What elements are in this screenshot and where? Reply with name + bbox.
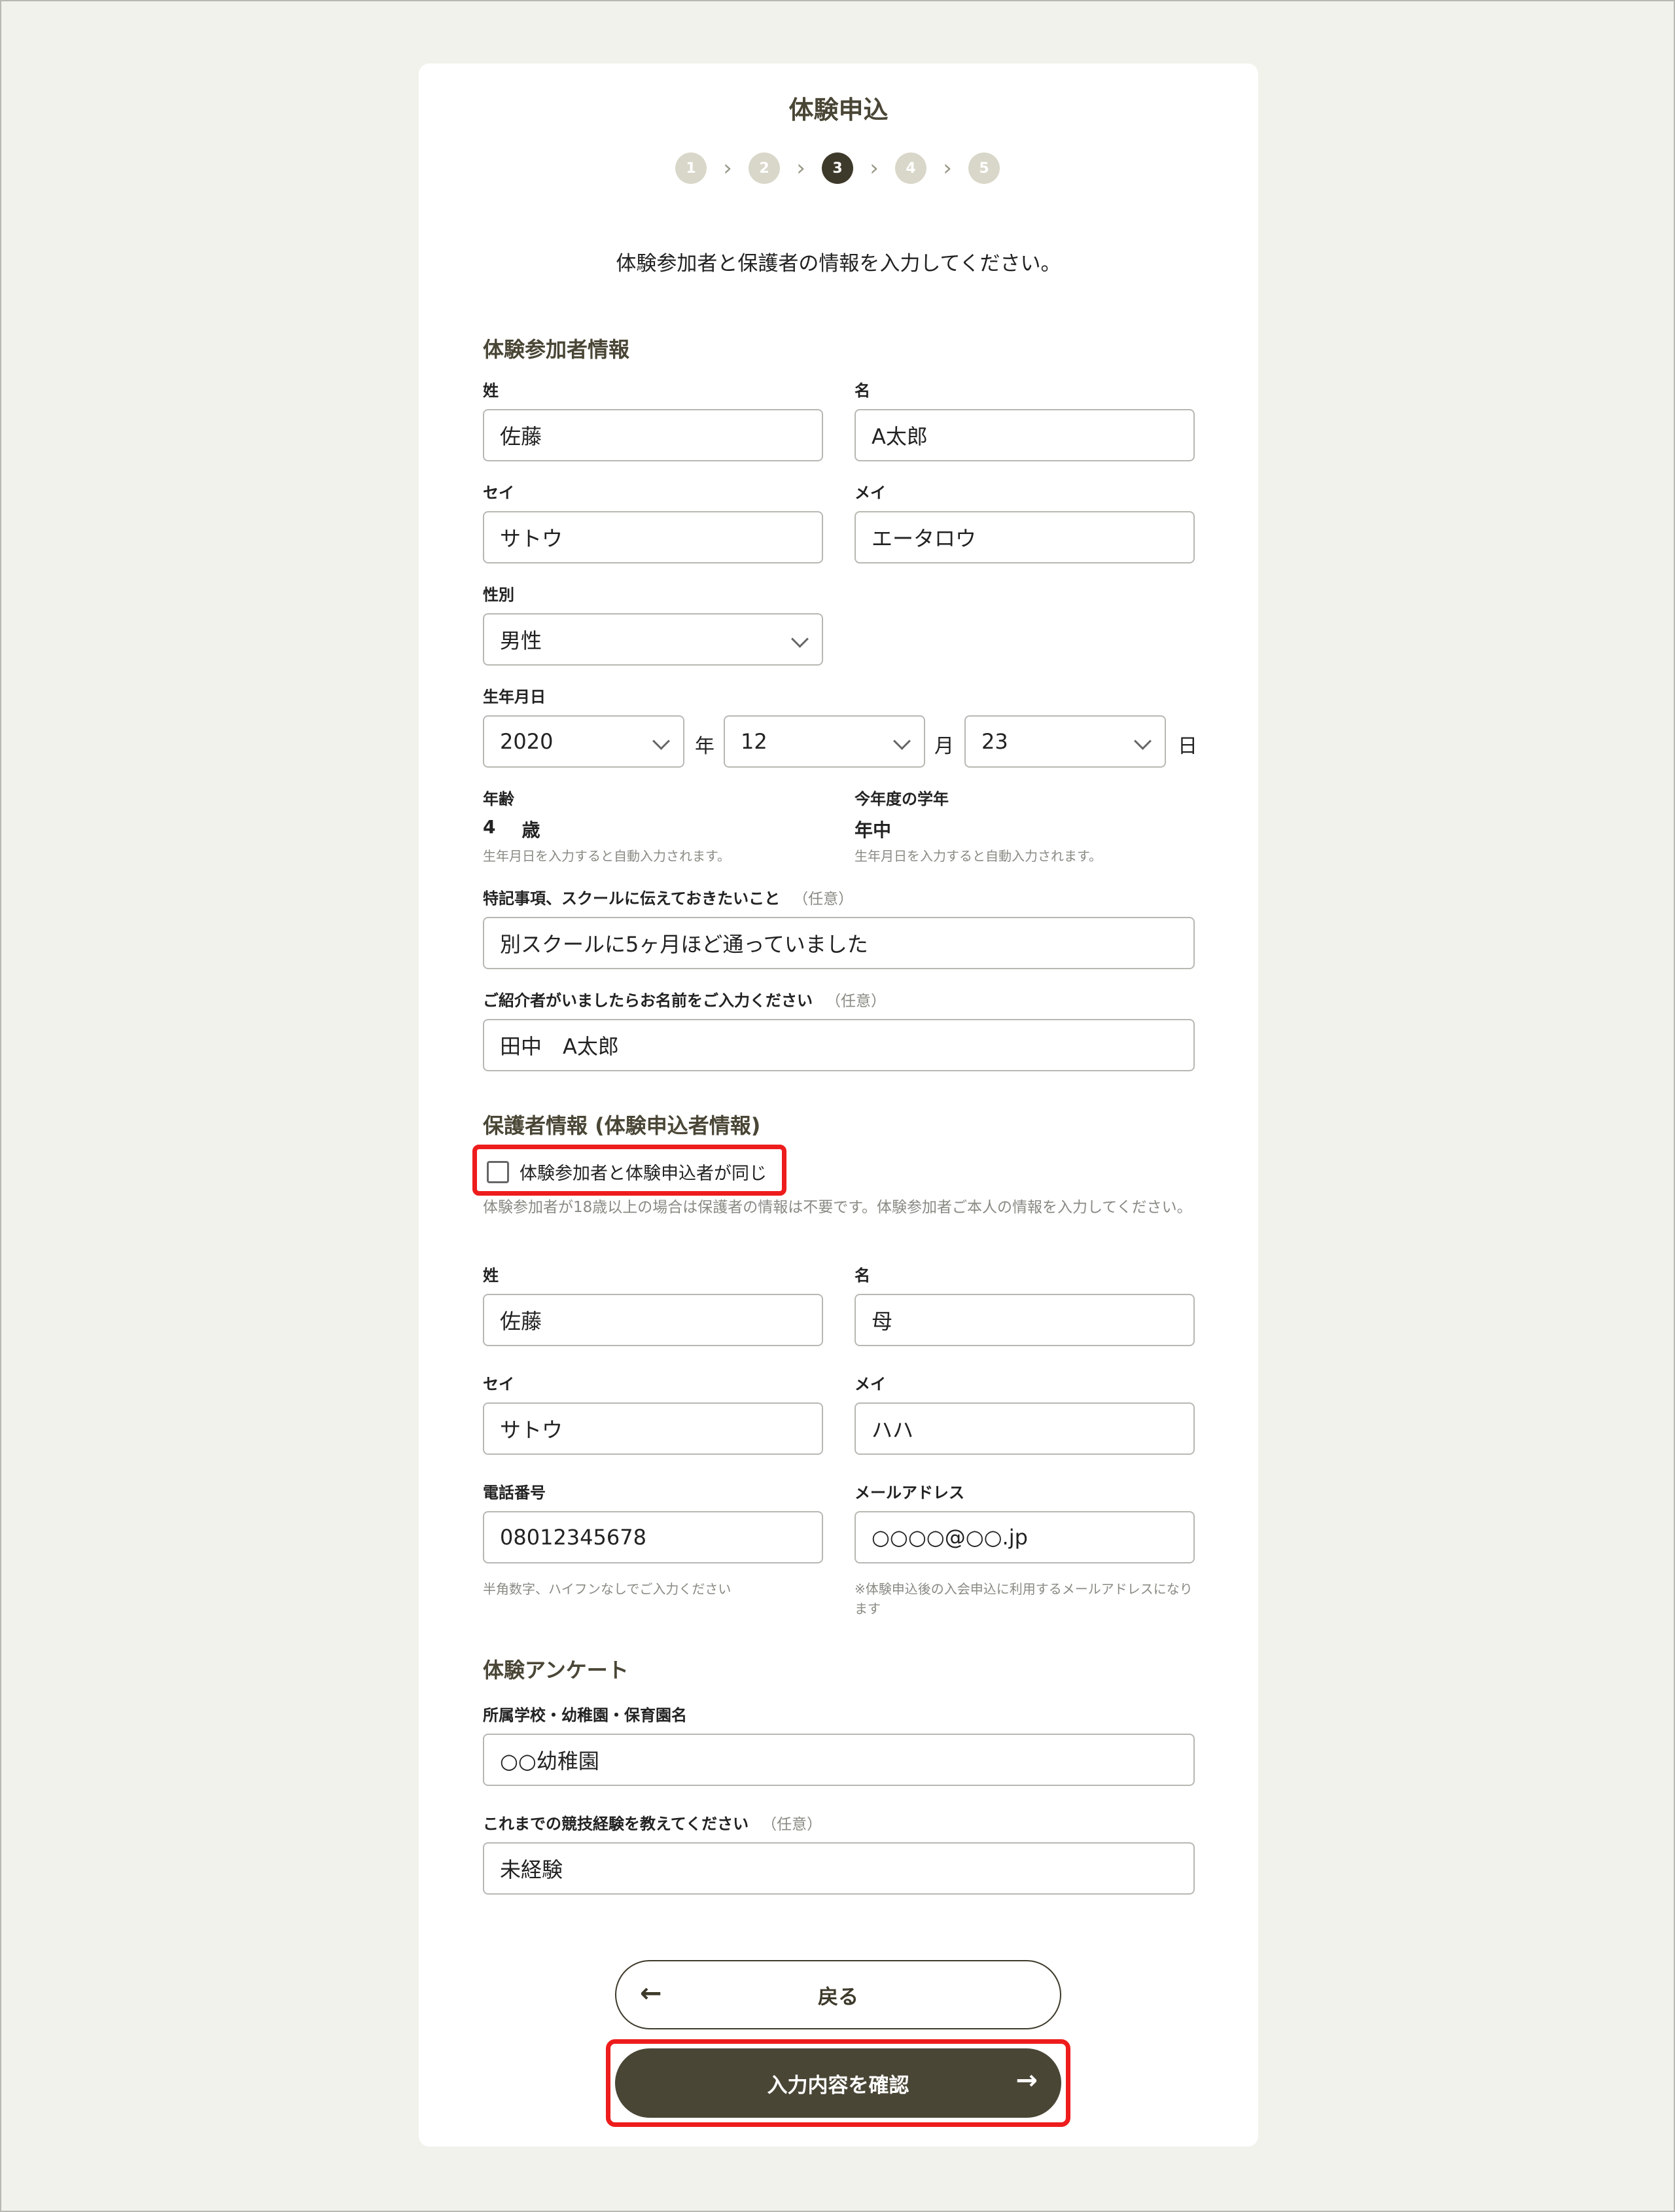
gender-select[interactable]: 男性 bbox=[483, 613, 823, 666]
birth-day-value: 23 bbox=[981, 729, 1008, 754]
page-title: 体験申込 bbox=[788, 96, 889, 124]
day-unit: 日 bbox=[1178, 735, 1197, 758]
chevron-down-icon bbox=[652, 732, 670, 750]
birth-month-select[interactable]: 12 bbox=[724, 715, 925, 768]
confirm-button-label: 入力内容を確認 bbox=[767, 2073, 909, 2097]
chevron-right-icon: › bbox=[870, 155, 879, 181]
same-person-checkbox-row[interactable]: 体験参加者と体験申込者が同じ bbox=[487, 1159, 767, 1185]
arrow-left-icon: ← bbox=[640, 1978, 662, 2008]
step-5: 5 bbox=[968, 152, 1000, 184]
lead-text: 体験参加者と保護者の情報を入力してください。 bbox=[616, 252, 1061, 276]
guardian-section-title: 保護者情報 (体験申込者情報) bbox=[483, 1113, 761, 1138]
grade-label: 今年度の学年 bbox=[855, 790, 949, 808]
participant-last-name-label: 姓 bbox=[483, 382, 499, 400]
age-label: 年齢 bbox=[483, 790, 514, 808]
chevron-right-icon: › bbox=[796, 155, 805, 181]
experience-label-text: これまでの競技経験を教えてください bbox=[483, 1815, 749, 1833]
age-hint: 生年月日を入力すると自動入力されます。 bbox=[483, 848, 730, 864]
back-button-label: 戻る bbox=[818, 1985, 858, 2009]
guardian-last-kana-input[interactable]: サトウ bbox=[483, 1402, 823, 1455]
participant-last-kana-input[interactable]: サトウ bbox=[483, 511, 823, 563]
school-input[interactable]: ○○幼稚園 bbox=[483, 1734, 1195, 1786]
step-2: 2 bbox=[749, 152, 780, 184]
guardian-first-name-label: 名 bbox=[855, 1266, 870, 1285]
optional-tag: （任意） bbox=[762, 1816, 822, 1833]
guardian-last-name-input[interactable]: 佐藤 bbox=[483, 1294, 823, 1346]
email-hint: ※体験申込後の入会申込に利用するメールアドレスになります bbox=[855, 1581, 1193, 1616]
application-card: 体験申込 1 › 2 › 3 › 4 › 5 体験参加者と保護者の情報を入力して… bbox=[419, 63, 1258, 2147]
chevron-down-icon bbox=[791, 630, 809, 648]
birthdate-label: 生年月日 bbox=[483, 688, 546, 706]
step-3-current: 3 bbox=[822, 152, 853, 184]
chevron-down-icon bbox=[1134, 732, 1152, 750]
age-unit: 歳 bbox=[521, 819, 540, 841]
stepper: 1 › 2 › 3 › 4 › 5 bbox=[675, 152, 1000, 184]
survey-section-title: 体験アンケート bbox=[483, 1658, 629, 1683]
grade-value: 年中 bbox=[855, 819, 892, 841]
participant-section-title: 体験参加者情報 bbox=[483, 337, 630, 362]
guardian-first-kana-input[interactable]: ハハ bbox=[855, 1402, 1195, 1455]
birth-day-select[interactable]: 23 bbox=[964, 715, 1166, 768]
optional-tag: （任意） bbox=[826, 993, 886, 1010]
optional-tag: （任意） bbox=[793, 891, 854, 908]
chevron-right-icon: › bbox=[943, 155, 952, 181]
participant-first-name-label: 名 bbox=[855, 382, 870, 400]
chevron-right-icon: › bbox=[723, 155, 732, 181]
gender-value: 男性 bbox=[500, 628, 542, 653]
guardian-first-name-input[interactable]: 母 bbox=[855, 1294, 1195, 1346]
participant-first-name-input[interactable]: A太郎 bbox=[855, 409, 1195, 461]
referrer-input[interactable]: 田中 A太郎 bbox=[483, 1019, 1195, 1071]
grade-hint: 生年月日を入力すると自動入力されます。 bbox=[855, 848, 1102, 864]
notes-label-text: 特記事項、スクールに伝えておきたいこと bbox=[483, 889, 781, 908]
same-person-checkbox[interactable] bbox=[487, 1160, 509, 1183]
participant-last-kana-label: セイ bbox=[483, 484, 514, 502]
gender-label: 性別 bbox=[483, 586, 514, 604]
experience-input[interactable]: 未経験 bbox=[483, 1842, 1195, 1895]
guardian-last-kana-label: セイ bbox=[483, 1375, 514, 1393]
chevron-down-icon bbox=[893, 732, 911, 750]
age-value: 4 bbox=[483, 816, 496, 838]
notes-input[interactable]: 別スクールに5ヶ月ほど通っていました bbox=[483, 917, 1195, 969]
age-display: 4 歳 bbox=[483, 816, 540, 842]
step-4: 4 bbox=[895, 152, 926, 184]
arrow-right-icon: → bbox=[1015, 2065, 1038, 2096]
referrer-label-text: ご紹介者がいましたらお名前をご入力ください bbox=[483, 991, 813, 1010]
experience-label: これまでの競技経験を教えてください （任意） bbox=[483, 1811, 822, 1834]
birth-year-select[interactable]: 2020 bbox=[483, 715, 684, 768]
same-person-checkbox-label[interactable]: 体験参加者と体験申込者が同じ bbox=[520, 1159, 767, 1185]
birth-year-value: 2020 bbox=[500, 729, 554, 754]
step-1: 1 bbox=[675, 152, 707, 184]
participant-last-name-input[interactable]: 佐藤 bbox=[483, 409, 823, 461]
school-label: 所属学校・幼稚園・保育園名 bbox=[483, 1706, 687, 1724]
referrer-label: ご紹介者がいましたらお名前をご入力ください （任意） bbox=[483, 988, 886, 1010]
participant-first-kana-input[interactable]: エータロウ bbox=[855, 511, 1195, 563]
email-input[interactable]: ○○○○@○○.jp bbox=[855, 1511, 1195, 1563]
participant-first-kana-label: メイ bbox=[855, 484, 886, 502]
email-label: メールアドレス bbox=[855, 1484, 964, 1502]
year-unit: 年 bbox=[695, 735, 714, 758]
guardian-last-name-label: 姓 bbox=[483, 1266, 499, 1285]
phone-hint: 半角数字、ハイフンなしでご入力ください bbox=[483, 1581, 732, 1597]
notes-label: 特記事項、スクールに伝えておきたいこと （任意） bbox=[483, 885, 853, 908]
phone-input[interactable]: 08012345678 bbox=[483, 1511, 823, 1563]
birth-month-value: 12 bbox=[741, 729, 767, 754]
phone-label: 電話番号 bbox=[483, 1484, 546, 1502]
back-button[interactable]: ← 戻る bbox=[615, 1960, 1061, 2029]
guardian-first-kana-label: メイ bbox=[855, 1375, 886, 1393]
guardian-note: 体験参加者が18歳以上の場合は保護者の情報は不要です。体験参加者ご本人の情報を入… bbox=[483, 1199, 1192, 1216]
month-unit: 月 bbox=[934, 735, 954, 758]
confirm-button[interactable]: 入力内容を確認 → bbox=[615, 2048, 1061, 2118]
